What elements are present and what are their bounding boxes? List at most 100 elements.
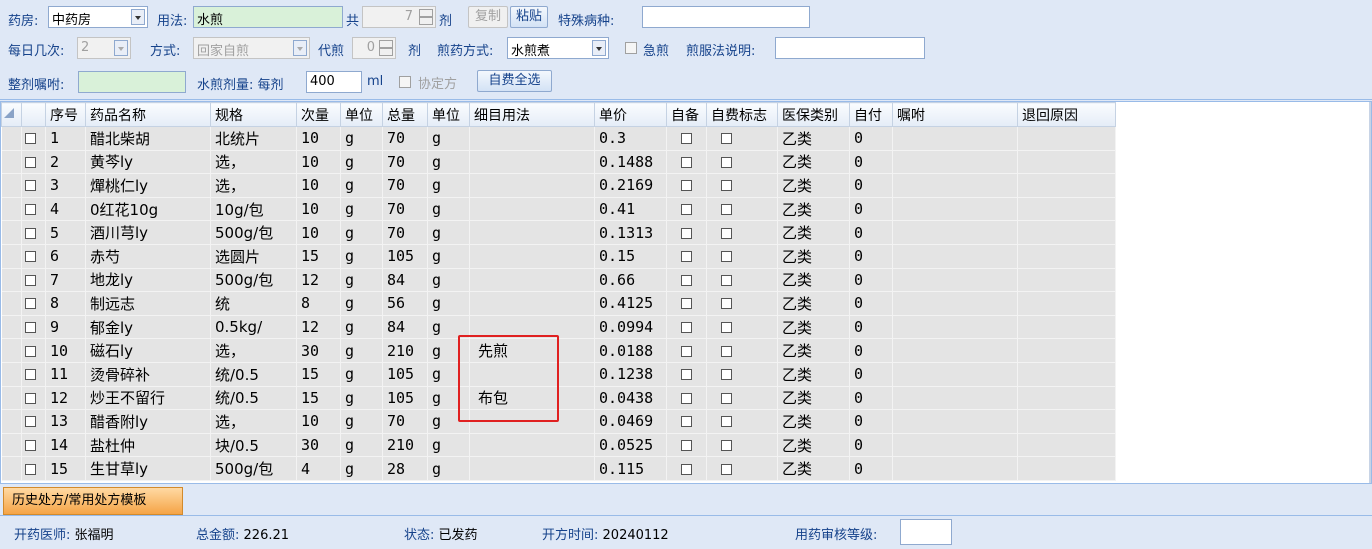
paste-button[interactable]: 粘贴 — [510, 6, 548, 28]
pharmacy-select[interactable]: 中药房 — [48, 6, 148, 28]
drug-name[interactable]: 炒王不留行 — [85, 386, 211, 411]
instruction[interactable] — [892, 456, 1018, 481]
agreement-checkbox[interactable] — [399, 76, 411, 88]
self-provided-checkbox-cell[interactable] — [666, 268, 707, 293]
row-checkbox[interactable] — [25, 180, 36, 192]
usage-detail[interactable] — [469, 220, 595, 245]
drug-spec[interactable]: 统/0.5 — [210, 386, 297, 411]
row-checkbox-cell[interactable] — [21, 150, 46, 175]
self-provided-checkbox[interactable] — [681, 463, 692, 475]
self-pay-checkbox[interactable] — [721, 345, 732, 357]
self-pay-amount[interactable]: 0 — [849, 433, 893, 458]
total-quantity[interactable]: 210 — [382, 433, 428, 458]
row-indicator[interactable] — [1, 197, 22, 222]
col-header[interactable]: 细目用法 — [469, 102, 595, 127]
proxy-decoct-stepper[interactable]: 0 — [352, 37, 396, 59]
return-reason[interactable] — [1017, 220, 1116, 245]
table-row[interactable]: 4 0红花10g 10g/包 10 g 70 g 0.41 乙类 0 — [1, 197, 1116, 222]
row-indicator[interactable] — [1, 173, 22, 198]
decoct-note-input[interactable] — [775, 37, 925, 59]
return-reason[interactable] — [1017, 362, 1116, 387]
total-quantity[interactable]: 105 — [382, 244, 428, 269]
drug-spec[interactable]: 北统片 — [210, 126, 297, 151]
row-checkbox[interactable] — [25, 322, 36, 334]
insurance-category[interactable]: 乙类 — [777, 386, 850, 411]
dose-unit[interactable]: g — [340, 409, 383, 434]
col-header[interactable]: 单位 — [427, 102, 470, 127]
dose-quantity[interactable]: 15 — [296, 362, 341, 387]
row-number[interactable]: 4 — [45, 197, 86, 222]
row-checkbox-cell[interactable] — [21, 173, 46, 198]
drug-name[interactable]: 醋北柴胡 — [85, 126, 211, 151]
dose-unit[interactable]: g — [340, 244, 383, 269]
drug-name[interactable]: 郁金ly — [85, 315, 211, 340]
self-pay-checkbox-cell[interactable] — [706, 244, 778, 269]
row-indicator[interactable] — [1, 150, 22, 175]
total-quantity[interactable]: 70 — [382, 409, 428, 434]
self-pay-amount[interactable]: 0 — [849, 150, 893, 175]
usage-detail[interactable] — [469, 268, 595, 293]
drug-spec[interactable]: 选， — [210, 173, 297, 198]
drug-spec[interactable]: 500g/包 — [210, 456, 297, 481]
self-pay-checkbox-cell[interactable] — [706, 456, 778, 481]
total-quantity[interactable]: 70 — [382, 173, 428, 198]
total-quantity[interactable]: 56 — [382, 291, 428, 316]
self-pay-amount[interactable]: 0 — [849, 456, 893, 481]
return-reason[interactable] — [1017, 173, 1116, 198]
copy-button[interactable]: 复制 — [468, 6, 508, 28]
row-number[interactable]: 6 — [45, 244, 86, 269]
col-header[interactable]: 次量 — [296, 102, 341, 127]
row-number[interactable]: 2 — [45, 150, 86, 175]
row-checkbox[interactable] — [25, 416, 36, 428]
total-quantity[interactable]: 210 — [382, 338, 428, 363]
self-provided-checkbox[interactable] — [681, 133, 692, 145]
dose-quantity[interactable]: 15 — [296, 244, 341, 269]
row-indicator[interactable] — [1, 220, 22, 245]
self-provided-checkbox[interactable] — [681, 204, 692, 216]
row-indicator[interactable] — [1, 433, 22, 458]
self-pay-checkbox-cell[interactable] — [706, 126, 778, 151]
row-number[interactable]: 3 — [45, 173, 86, 198]
usage-detail[interactable] — [469, 173, 595, 198]
decoct-method-select[interactable]: 水煎煮 — [507, 37, 609, 59]
self-provided-checkbox-cell[interactable] — [666, 173, 707, 198]
self-pay-amount[interactable]: 0 — [849, 268, 893, 293]
dose-unit[interactable]: g — [340, 315, 383, 340]
dose-unit[interactable]: g — [340, 197, 383, 222]
dose-unit[interactable]: g — [340, 362, 383, 387]
total-quantity[interactable]: 84 — [382, 315, 428, 340]
col-header[interactable]: 单价 — [594, 102, 667, 127]
self-pay-amount[interactable]: 0 — [849, 197, 893, 222]
self-provided-checkbox-cell[interactable] — [666, 220, 707, 245]
unit-price[interactable]: 0.1488 — [594, 150, 667, 175]
drug-name[interactable]: 盐杜仲 — [85, 433, 211, 458]
self-provided-checkbox[interactable] — [681, 298, 692, 310]
row-checkbox-cell[interactable] — [21, 268, 46, 293]
return-reason[interactable] — [1017, 456, 1116, 481]
self-provided-checkbox[interactable] — [681, 156, 692, 168]
instruction[interactable] — [892, 173, 1018, 198]
row-number[interactable]: 5 — [45, 220, 86, 245]
row-checkbox[interactable] — [25, 274, 36, 286]
water-dose-input[interactable]: 400 — [306, 71, 362, 93]
self-pay-checkbox[interactable] — [721, 133, 732, 145]
row-checkbox[interactable] — [25, 251, 36, 263]
self-pay-checkbox[interactable] — [721, 322, 732, 334]
self-pay-checkbox-cell[interactable] — [706, 315, 778, 340]
self-pay-checkbox[interactable] — [721, 274, 732, 286]
dose-unit[interactable]: g — [340, 338, 383, 363]
self-provided-checkbox[interactable] — [681, 227, 692, 239]
total-unit[interactable]: g — [427, 126, 470, 151]
instruction[interactable] — [892, 338, 1018, 363]
col-header[interactable]: 退回原因 — [1017, 102, 1116, 127]
self-pay-checkbox[interactable] — [721, 180, 732, 192]
return-reason[interactable] — [1017, 291, 1116, 316]
self-pay-checkbox[interactable] — [721, 440, 732, 452]
total-unit[interactable]: g — [427, 197, 470, 222]
self-pay-checkbox-cell[interactable] — [706, 197, 778, 222]
self-provided-checkbox-cell[interactable] — [666, 409, 707, 434]
row-indicator[interactable] — [1, 409, 22, 434]
dose-quantity[interactable]: 10 — [296, 150, 341, 175]
return-reason[interactable] — [1017, 386, 1116, 411]
stepper-arrows-icon[interactable] — [379, 40, 393, 56]
